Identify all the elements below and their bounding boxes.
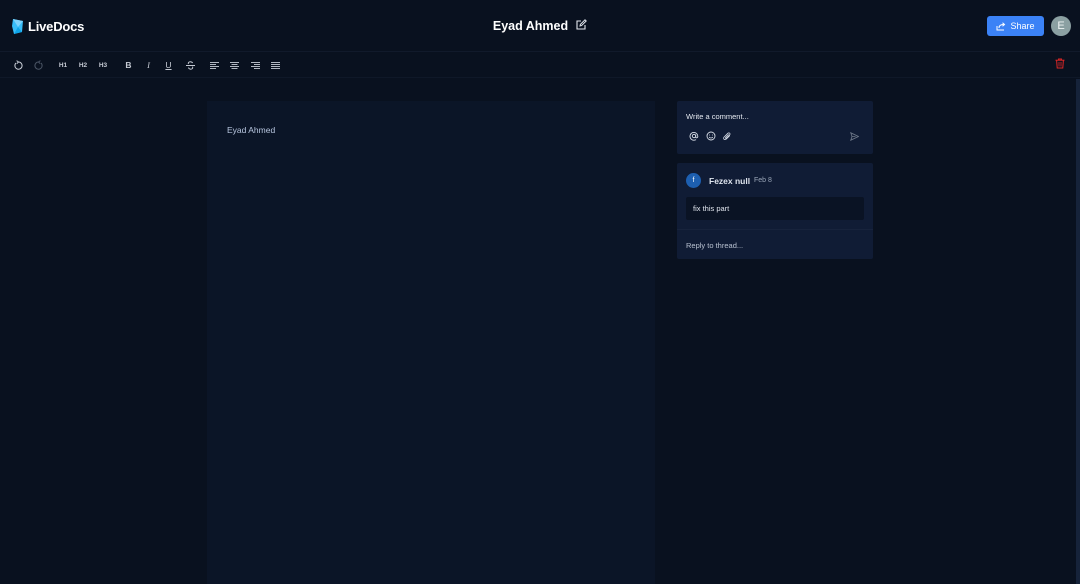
comment-date: Feb 8 bbox=[754, 177, 772, 184]
align-left-icon bbox=[210, 61, 219, 69]
undo-button[interactable] bbox=[13, 59, 24, 71]
document-title-area: Eyad Ahmed bbox=[0, 17, 1080, 35]
heading-2-button[interactable]: H2 bbox=[77, 59, 89, 71]
send-icon[interactable] bbox=[850, 132, 859, 141]
heading-3-button[interactable]: H3 bbox=[97, 59, 109, 71]
mention-icon[interactable] bbox=[689, 131, 699, 141]
strikethrough-icon bbox=[185, 60, 195, 70]
redo-icon bbox=[34, 59, 43, 70]
page-scrollbar[interactable] bbox=[1076, 79, 1080, 584]
comment-author-avatar: f bbox=[686, 173, 701, 188]
logo[interactable]: LiveDocs bbox=[11, 17, 84, 35]
comment-thread: f Fezex null Feb 8 fix this part bbox=[677, 163, 873, 259]
comment-input[interactable] bbox=[686, 110, 856, 122]
italic-button[interactable]: I bbox=[143, 59, 154, 71]
comment-author: Fezex null bbox=[709, 176, 751, 186]
align-justify-icon bbox=[271, 61, 280, 69]
share-icon bbox=[996, 21, 1006, 30]
comment-composer bbox=[677, 101, 873, 154]
header: LiveDocs Eyad Ahmed Share E bbox=[0, 0, 1080, 52]
document-content[interactable]: Eyad Ahmed bbox=[227, 125, 275, 135]
undo-icon bbox=[14, 59, 23, 70]
emoji-icon[interactable] bbox=[706, 131, 716, 141]
delete-document-icon[interactable] bbox=[1055, 58, 1065, 69]
bold-button[interactable]: B bbox=[123, 59, 134, 71]
underline-label: U bbox=[165, 60, 172, 70]
comment-body: fix this part bbox=[686, 197, 864, 220]
align-right-button[interactable] bbox=[250, 59, 261, 71]
heading-2-label: H2 bbox=[78, 61, 88, 69]
share-label: Share bbox=[1010, 21, 1035, 31]
strikethrough-button[interactable] bbox=[184, 59, 196, 71]
heading-1-button[interactable]: H1 bbox=[57, 59, 69, 71]
document-editor[interactable]: Eyad Ahmed bbox=[207, 101, 655, 584]
align-right-icon bbox=[251, 61, 260, 69]
user-avatar[interactable]: E bbox=[1051, 16, 1071, 36]
thread-divider bbox=[677, 229, 873, 230]
attachment-icon[interactable] bbox=[722, 131, 732, 141]
redo-button[interactable] bbox=[33, 59, 44, 71]
underline-button[interactable]: U bbox=[163, 59, 174, 71]
bold-label: B bbox=[125, 60, 132, 70]
align-justify-button[interactable] bbox=[270, 59, 281, 71]
reply-input[interactable] bbox=[686, 239, 864, 251]
edit-icon[interactable] bbox=[575, 18, 588, 31]
italic-label: I bbox=[147, 60, 150, 70]
document-title[interactable]: Eyad Ahmed bbox=[493, 19, 568, 33]
heading-1-label: H1 bbox=[58, 61, 68, 69]
align-left-button[interactable] bbox=[209, 59, 220, 71]
comment-text: fix this part bbox=[693, 204, 730, 213]
align-center-button[interactable] bbox=[229, 59, 240, 71]
align-center-icon bbox=[230, 61, 239, 69]
livedocs-app: LiveDocs Eyad Ahmed Share E H1 H2 H3 B I… bbox=[0, 0, 1080, 584]
app-name: LiveDocs bbox=[28, 18, 85, 34]
share-button[interactable]: Share bbox=[987, 16, 1044, 36]
editor-toolbar: H1 H2 H3 B I U bbox=[0, 53, 1080, 78]
heading-3-label: H3 bbox=[98, 61, 108, 69]
logo-icon bbox=[12, 18, 23, 34]
